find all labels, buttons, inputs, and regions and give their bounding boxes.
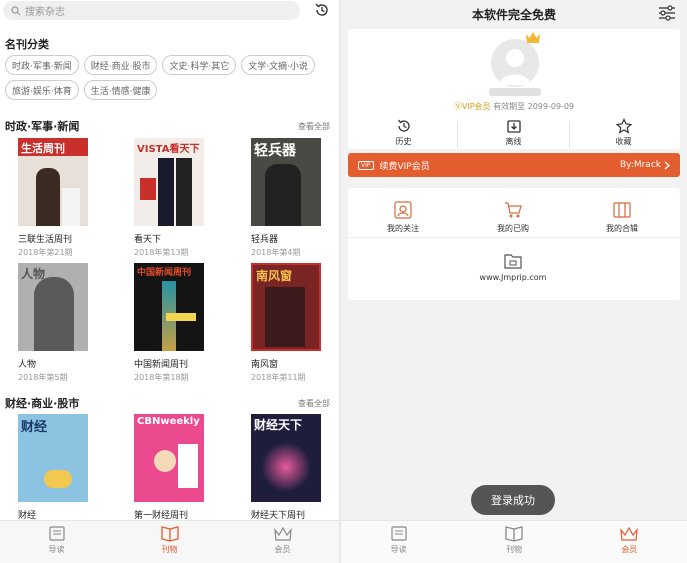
magazine-issue: 2018年第4期 [251, 248, 301, 257]
category-tag[interactable]: 财经·商业·股市 [83, 55, 158, 75]
vip-expiry: 有效期至 2099-09-09 [493, 102, 575, 111]
renew-vip-label: 续费VIP会员 [379, 161, 430, 172]
user-avatar-icon [499, 49, 531, 85]
history-icon [397, 119, 410, 132]
download-icon [506, 120, 521, 133]
magazine-item[interactable]: VISTA看天下 看天下 2018年第13期 [134, 138, 204, 258]
banner-credit: By:Mrack [619, 160, 661, 170]
website-link-item[interactable]: www.Jmprip.com [473, 252, 553, 282]
username-blurred [489, 88, 541, 96]
renew-vip-banner[interactable]: VIP 续费VIP会员 By:Mrack [348, 153, 680, 177]
search-input[interactable]: 搜索杂志 [3, 1, 300, 20]
category-title: 名刊分类 [5, 38, 49, 51]
magazine-panel: 搜索杂志 名刊分类 时政·军事·新闻 财经·商业·股市 文史·科学·其它 文学·… [0, 0, 339, 563]
follow-icon [394, 201, 412, 219]
favorites-button[interactable]: 收藏 [566, 118, 681, 147]
book-icon [391, 526, 407, 541]
see-all-link[interactable]: 查看全部 [298, 121, 330, 132]
magazine-item[interactable]: 中国新闻周刊 中国新闻周刊 2018年第18期 [134, 263, 204, 383]
cart-icon [505, 202, 522, 218]
my-collection-item[interactable]: 我的合辑 [582, 200, 662, 234]
section-title: 财经·商业·股市 [5, 397, 80, 410]
divider [348, 237, 680, 238]
bottom-tab-bar: 导读 刊物 会员 [341, 520, 687, 563]
magazine-issue: 2018年第21期 [18, 248, 73, 257]
history-button[interactable]: 历史 [346, 118, 461, 147]
bottom-tab-bar: 导读 刊物 会员 [0, 520, 339, 563]
magazine-item[interactable]: 南风窗 南风窗 2018年第11期 [251, 263, 321, 383]
magazine-issue: 2018年第11期 [251, 373, 306, 382]
magazine-issue: 2018年第18期 [134, 373, 189, 382]
category-tag[interactable]: 文学·文摘·小说 [241, 55, 315, 75]
magazine-cover: CBNweekly [134, 414, 204, 502]
crown-icon [620, 526, 639, 541]
search-placeholder: 搜索杂志 [25, 7, 65, 18]
magazine-issue: 2018年第13期 [134, 248, 189, 257]
chevron-right-icon [664, 161, 670, 169]
category-tag[interactable]: 生活·情感·健康 [83, 80, 158, 100]
tab-member[interactable]: 会员 [572, 521, 687, 563]
magazine-item[interactable]: 生活周刊 三联生活周刊 2018年第21期 [18, 138, 88, 258]
category-tag[interactable]: 旅游·娱乐·体育 [5, 80, 79, 100]
section-title: 时政·军事·新闻 [5, 120, 80, 133]
category-tags: 时政·军事·新闻 财经·商业·股市 文史·科学·其它 文学·文摘·小说 旅游·娱… [5, 55, 335, 100]
tab-magazines[interactable]: 刊物 [113, 521, 226, 563]
vip-status: ⓋVIP会员 有效期至 2099-09-09 [341, 101, 687, 112]
see-all-link[interactable]: 查看全部 [298, 398, 330, 409]
tab-guide[interactable]: 导读 [0, 521, 113, 563]
collection-icon [613, 202, 631, 218]
magazine-cover: 轻兵器 [251, 138, 321, 226]
magazine-name: 人物 [18, 360, 37, 370]
search-icon [11, 5, 21, 15]
magazine-item[interactable]: 人物 人物 2018年第5期 [18, 263, 88, 383]
magazine-cover: 财经 [18, 414, 88, 502]
magazine-name: 三联生活周刊 [18, 235, 73, 245]
offline-button[interactable]: 离线 [456, 118, 571, 147]
magazine-item[interactable]: 轻兵器 轻兵器 2018年第4期 [251, 138, 321, 258]
category-tag[interactable]: 文史·科学·其它 [162, 55, 237, 75]
crown-icon [273, 526, 292, 541]
page-title: 本软件完全免费 [471, 8, 556, 22]
vip-tag: VIP [358, 160, 374, 170]
tab-member[interactable]: 会员 [226, 521, 339, 563]
magazine-name: 南风窗 [251, 360, 279, 370]
magazine-cover: 人物 [18, 263, 88, 351]
folder-icon [504, 254, 522, 269]
magazine-cover: 南风窗 [251, 263, 321, 351]
open-book-icon [505, 526, 523, 542]
magazine-cover: VISTA看天下 [134, 138, 204, 226]
magazine-item[interactable]: 财经天下 财经天下周刊 [251, 414, 321, 521]
history-icon[interactable] [313, 1, 331, 19]
my-purchased-item[interactable]: 我的已购 [473, 200, 553, 234]
member-panel: 本软件完全免费 ⓋVIP会员 有效期至 2099-09-09 历史 离线 收藏 … [341, 0, 687, 563]
tab-magazines[interactable]: 刊物 [456, 521, 571, 563]
avatar[interactable] [491, 39, 539, 87]
magazine-item[interactable]: CBNweekly 第一财经周刊 [134, 414, 204, 521]
magazine-cover: 生活周刊 [18, 138, 88, 226]
open-book-icon [160, 526, 179, 542]
magazine-issue: 2018年第5期 [18, 373, 68, 382]
category-tag[interactable]: 时政·军事·新闻 [5, 55, 79, 75]
vip-crown-icon [526, 32, 540, 43]
magazine-item[interactable]: 财经 财经 [18, 414, 88, 521]
magazine-name: 轻兵器 [251, 235, 279, 245]
magazine-name: 中国新闻周刊 [134, 360, 189, 370]
toast-message: 登录成功 [471, 485, 555, 515]
magazine-cover: 财经天下 [251, 414, 321, 502]
book-icon [48, 526, 65, 541]
vip-label: ⓋVIP会员 [453, 102, 491, 111]
settings-sliders-icon[interactable] [657, 5, 677, 21]
tab-guide[interactable]: 导读 [341, 521, 456, 563]
magazine-name: 看天下 [134, 235, 162, 245]
my-follow-item[interactable]: 我的关注 [363, 200, 443, 234]
star-icon [615, 118, 632, 134]
magazine-cover: 中国新闻周刊 [134, 263, 204, 351]
